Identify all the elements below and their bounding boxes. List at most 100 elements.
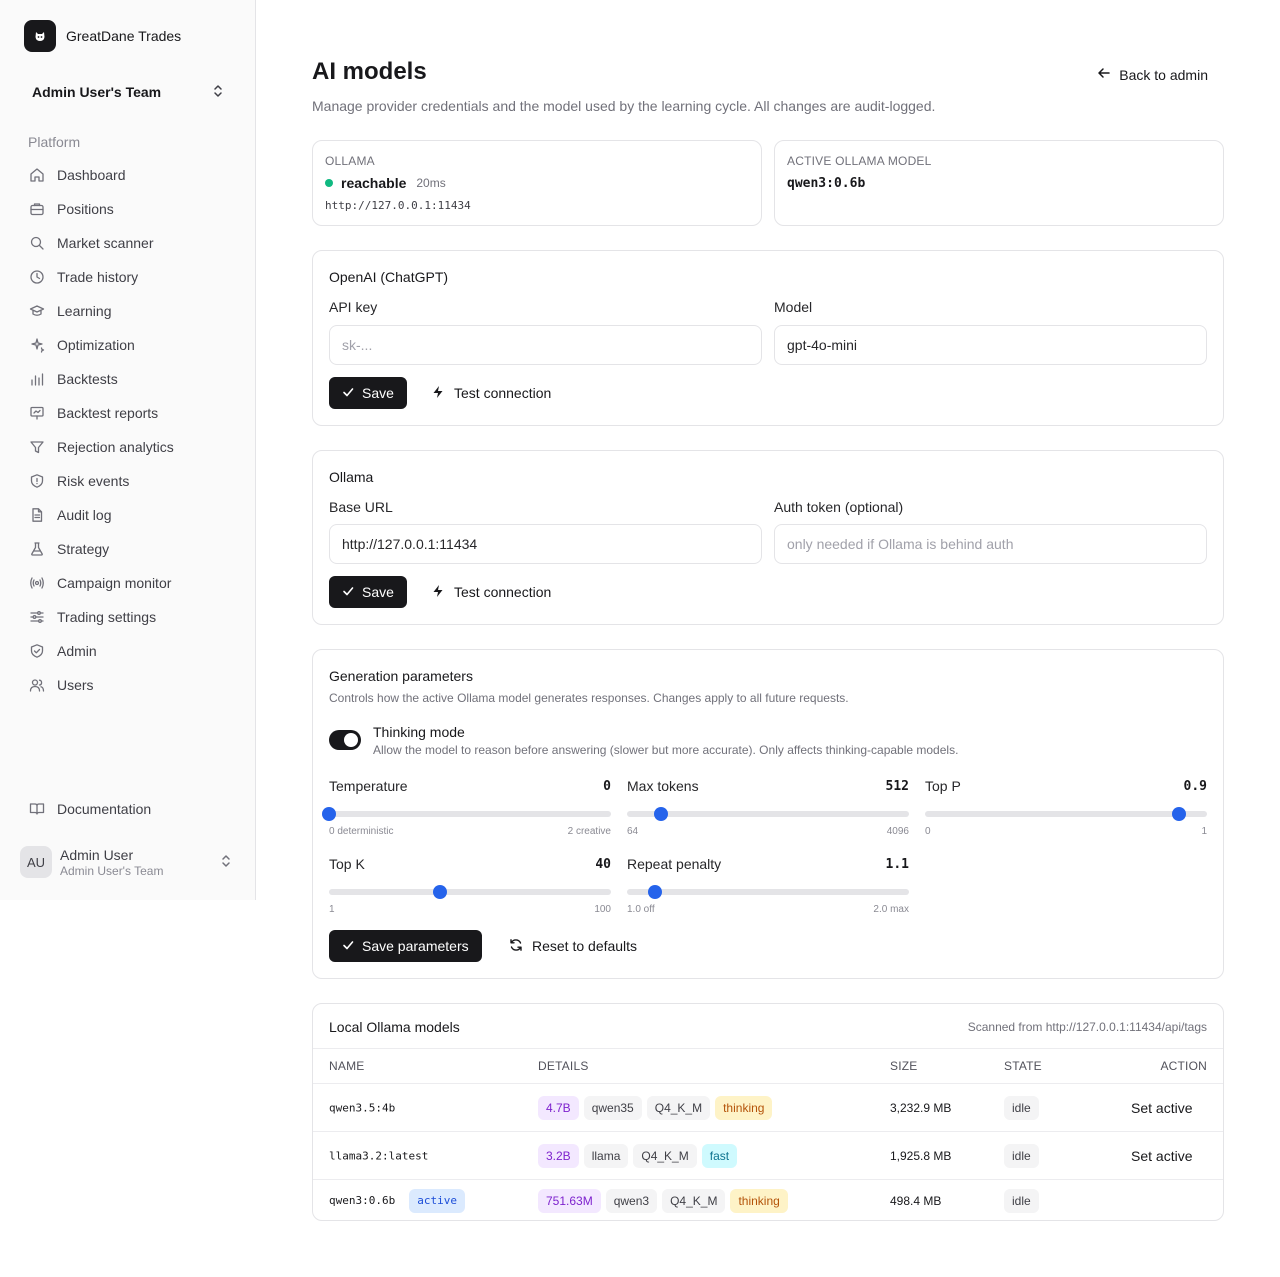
save-label: Save [362, 584, 394, 600]
col-details: DETAILS [538, 1059, 589, 1073]
model-details: 3.2B llama Q4_K_M fast [538, 1143, 738, 1168]
avatar: AU [20, 846, 52, 878]
sidebar-item-learning[interactable]: Learning [20, 294, 236, 328]
dog-logo-icon [24, 20, 56, 52]
slider-thumb[interactable] [433, 885, 448, 899]
sidebar-item-label: Trade history [57, 269, 139, 285]
thinking-mode-toggle[interactable] [329, 730, 361, 750]
filter-icon [29, 439, 45, 455]
top-p-slider: Top P 0.9 0 1 [925, 776, 1207, 837]
slider-max-label: 2.0 max [873, 904, 909, 915]
file-text-icon [29, 507, 45, 523]
reset-defaults-button[interactable]: Reset to defaults [509, 930, 637, 962]
chevrons-up-down-icon [220, 854, 232, 871]
user-team: Admin User's Team [60, 863, 164, 878]
local-models-title: Local Ollama models [329, 1019, 460, 1035]
detail-chip: Q4_K_M [646, 1095, 711, 1120]
sidebar-item-label: Admin [57, 643, 97, 659]
table-row: qwen3:0.6b active 751.63M qwen3 Q4_K_M think… [313, 1180, 1223, 1221]
team-name: Admin User's Team [32, 84, 162, 100]
sidebar-item-label: Dashboard [57, 167, 126, 183]
ollama-status-label: OLLAMA [325, 154, 375, 168]
set-active-button[interactable]: Set active [1131, 1100, 1192, 1116]
sidebar-item-label: Learning [57, 303, 112, 319]
auth-token-label: Auth token (optional) [774, 499, 904, 515]
sidebar-item-strategy[interactable]: Strategy [20, 532, 236, 566]
documentation-link[interactable]: Documentation [29, 801, 151, 817]
col-state: STATE [1004, 1059, 1042, 1073]
sidebar-item-label: Market scanner [57, 235, 154, 251]
shield-alert-icon [29, 473, 45, 489]
auth-token-input[interactable]: only needed if Ollama is behind auth [774, 524, 1207, 564]
openai-save-button[interactable]: Save [329, 377, 407, 409]
back-to-admin-link[interactable]: Back to admin [1097, 66, 1208, 83]
sidebar-item-positions[interactable]: Positions [20, 192, 236, 226]
slider-max-label: 4096 [886, 826, 909, 837]
max-tokens-slider: Max tokens 512 64 4096 [627, 776, 909, 837]
back-to-admin-label: Back to admin [1119, 66, 1208, 83]
sidebar-item-market-scanner[interactable]: Market scanner [20, 226, 236, 260]
sidebar-item-rejection-analytics[interactable]: Rejection analytics [20, 430, 236, 464]
sidebar-item-trading-settings[interactable]: Trading settings [20, 600, 236, 634]
brand[interactable]: GreatDane Trades [24, 20, 181, 52]
sidebar-item-label: Campaign monitor [57, 575, 172, 591]
slider-track[interactable] [627, 807, 909, 821]
set-active-button[interactable]: Set active [1131, 1148, 1192, 1164]
ollama-status-card: OLLAMA reachable 20ms http://127.0.0.1:1… [312, 140, 762, 226]
slider-max-label: 100 [594, 904, 611, 915]
slider-min-label: 1.0 off [627, 904, 655, 915]
api-key-input[interactable]: sk-... [329, 325, 762, 365]
check-icon [342, 938, 354, 954]
refresh-icon [509, 938, 523, 955]
chevrons-up-down-icon [212, 84, 224, 101]
sidebar-item-risk-events[interactable]: Risk events [20, 464, 236, 498]
sidebar-item-users[interactable]: Users [20, 668, 236, 702]
slider-track[interactable] [925, 807, 1207, 821]
users-icon [29, 677, 45, 693]
slider-thumb[interactable] [1171, 807, 1186, 821]
detail-chip: fast [701, 1143, 738, 1168]
test-connection-label: Test connection [454, 584, 552, 600]
sidebar-item-optimization[interactable]: Optimization [20, 328, 236, 362]
slider-track[interactable] [627, 885, 909, 899]
nav-group-label: Platform [28, 134, 81, 150]
slider-label: Repeat penalty [627, 856, 722, 872]
ollama-test-connection-button[interactable]: Test connection [431, 576, 551, 608]
slider-track[interactable] [322, 807, 611, 821]
openai-test-connection-button[interactable]: Test connection [431, 377, 551, 409]
sidebar-item-backtest-reports[interactable]: Backtest reports [20, 396, 236, 430]
active-model-card: ACTIVE OLLAMA MODEL qwen3:0.6b [774, 140, 1224, 226]
slider-thumb[interactable] [648, 885, 663, 899]
col-action: ACTION [1160, 1059, 1207, 1073]
local-models-card: Local Ollama models Scanned from http://… [312, 1003, 1224, 1221]
arrow-left-icon [1097, 66, 1111, 83]
model-details: 751.63M qwen3 Q4_K_M thinking [538, 1188, 788, 1213]
state-badge: idle [1004, 1188, 1039, 1213]
slider-max-label: 2 creative [567, 826, 611, 837]
ollama-save-button[interactable]: Save [329, 576, 407, 608]
save-parameters-button[interactable]: Save parameters [329, 930, 482, 962]
sidebar-item-campaign-monitor[interactable]: Campaign monitor [20, 566, 236, 600]
sidebar-item-admin[interactable]: Admin [20, 634, 236, 668]
table-row: qwen3.5:4b 4.7B qwen35 Q4_K_M thinking 3,23… [313, 1084, 1223, 1132]
clock-icon [29, 269, 45, 285]
sidebar-item-trade-history[interactable]: Trade history [20, 260, 236, 294]
sidebar-item-audit-log[interactable]: Audit log [20, 498, 236, 532]
model-details: 4.7B qwen35 Q4_K_M thinking [538, 1095, 773, 1120]
page-subtitle: Manage provider credentials and the mode… [312, 98, 936, 114]
reset-defaults-label: Reset to defaults [532, 938, 638, 954]
sidebar-item-backtests[interactable]: Backtests [20, 362, 236, 396]
slider-max-label: 1 [1201, 826, 1207, 837]
slider-thumb[interactable] [322, 807, 336, 821]
sidebar-item-dashboard[interactable]: Dashboard [20, 158, 236, 192]
slider-min-label: 1 [329, 904, 335, 915]
detail-chip: qwen3 [605, 1188, 658, 1213]
team-switcher[interactable]: Admin User's Team [20, 74, 236, 110]
user-menu[interactable]: AU Admin User Admin User's Team [20, 846, 236, 878]
generation-subtitle: Controls how the active Ollama model gen… [329, 691, 849, 705]
base-url-input[interactable]: http://127.0.0.1:11434 [329, 524, 762, 564]
slider-track[interactable] [329, 885, 611, 899]
model-input[interactable]: gpt-4o-mini [774, 325, 1207, 365]
slider-thumb[interactable] [653, 807, 668, 821]
thinking-mode-description: Allow the model to reason before answeri… [373, 743, 959, 757]
